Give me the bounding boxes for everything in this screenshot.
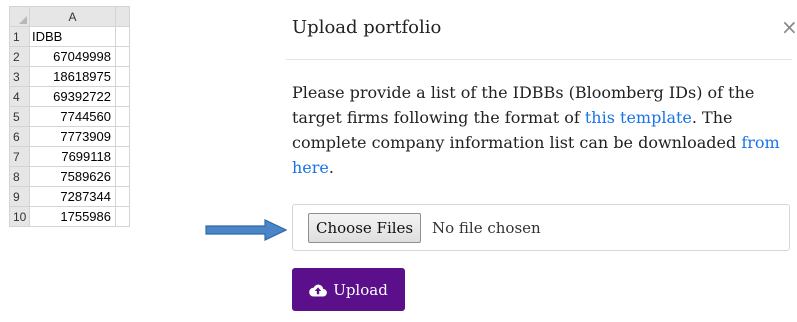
- select-all-corner[interactable]: [9, 6, 30, 27]
- row-header[interactable]: 7: [9, 146, 30, 167]
- sheet-cell[interactable]: 7699118: [29, 146, 116, 167]
- sheet-cell-empty[interactable]: [115, 206, 130, 227]
- corner-triangle-icon: [19, 16, 27, 24]
- sheet-row: 9 7287344: [9, 186, 130, 207]
- choose-files-button[interactable]: Choose Files: [308, 213, 422, 243]
- row-header[interactable]: 1: [9, 26, 30, 47]
- row-header[interactable]: 2: [9, 46, 30, 67]
- row-header[interactable]: 6: [9, 126, 30, 147]
- spreadsheet: A 1 IDBB 2 67049998 3 18618975 4 69392722 5 77445…: [9, 6, 130, 227]
- spreadsheet-body: 1 IDBB 2 67049998 3 18618975 4 69392722 5 7744560…: [9, 26, 130, 227]
- sheet-row: 8 7589626: [9, 166, 130, 187]
- row-header[interactable]: 5: [9, 106, 30, 127]
- row-header[interactable]: 10: [9, 206, 30, 227]
- sheet-cell[interactable]: 7744560: [29, 106, 116, 127]
- sheet-cell-empty[interactable]: [115, 66, 130, 87]
- sheet-row: 4 69392722: [9, 86, 130, 107]
- column-header-b[interactable]: [115, 6, 130, 27]
- sheet-row: 6 7773909: [9, 126, 130, 147]
- sheet-cell[interactable]: 7589626: [29, 166, 116, 187]
- sheet-cell-empty[interactable]: [115, 86, 130, 107]
- close-button[interactable]: ×: [781, 17, 797, 37]
- file-input-box: Choose Files No file chosen: [292, 204, 790, 251]
- sheet-cell-empty[interactable]: [115, 166, 130, 187]
- row-header[interactable]: 8: [9, 166, 30, 187]
- sheet-row: 1 IDBB: [9, 26, 130, 47]
- sheet-cell[interactable]: 7287344: [29, 186, 116, 207]
- sheet-row: 2 67049998: [9, 46, 130, 67]
- sheet-row: 10 1755986: [9, 206, 130, 227]
- row-header[interactable]: 4: [9, 86, 30, 107]
- header-divider: [286, 59, 792, 60]
- sheet-cell[interactable]: 18618975: [29, 66, 116, 87]
- dialog-description: Please provide a list of the IDBBs (Bloo…: [292, 80, 792, 180]
- sheet-row: 5 7744560: [9, 106, 130, 127]
- sheet-cell-empty[interactable]: [115, 146, 130, 167]
- sheet-cell[interactable]: 69392722: [29, 86, 116, 107]
- sheet-cell-empty[interactable]: [115, 126, 130, 147]
- template-link[interactable]: this template: [585, 108, 692, 127]
- sheet-cell[interactable]: 1755986: [29, 206, 116, 227]
- sheet-cell-empty[interactable]: [115, 46, 130, 67]
- upload-button[interactable]: Upload: [292, 268, 405, 311]
- sheet-row: 7 7699118: [9, 146, 130, 167]
- row-header[interactable]: 9: [9, 186, 30, 207]
- upload-dialog: Upload portfolio × Please provide a list…: [272, 0, 797, 322]
- upload-button-label: Upload: [333, 280, 388, 299]
- sheet-cell[interactable]: 67049998: [29, 46, 116, 67]
- sheet-cell-empty[interactable]: [115, 106, 130, 127]
- description-text-3: .: [328, 158, 334, 177]
- sheet-cell[interactable]: 7773909: [29, 126, 116, 147]
- sheet-row: 3 18618975: [9, 66, 130, 87]
- file-status-text: No file chosen: [432, 219, 541, 237]
- dialog-title: Upload portfolio: [292, 17, 442, 38]
- sheet-cell-empty[interactable]: [115, 186, 130, 207]
- sheet-cell[interactable]: IDBB: [29, 26, 116, 47]
- cloud-upload-icon: [309, 284, 328, 297]
- row-header[interactable]: 3: [9, 66, 30, 87]
- column-header-a[interactable]: A: [29, 6, 116, 27]
- sheet-cell-empty[interactable]: [115, 26, 130, 47]
